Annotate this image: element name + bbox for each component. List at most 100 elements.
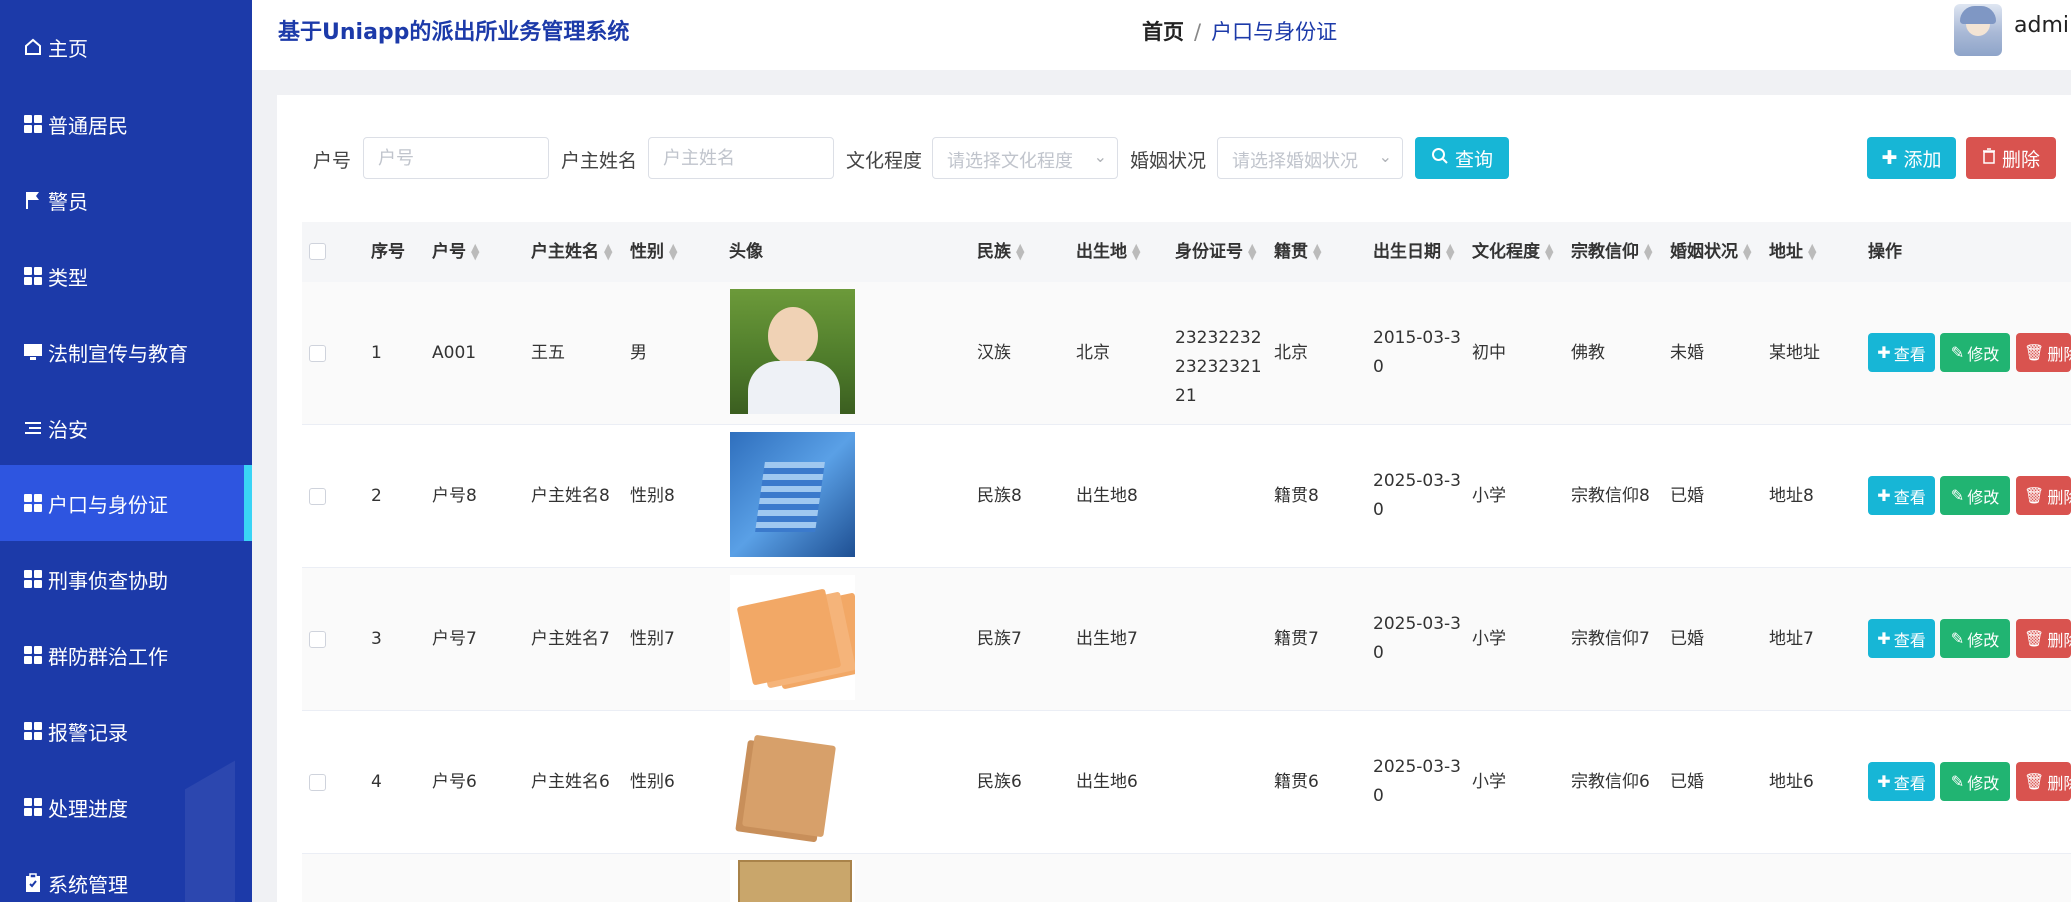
- sidebar-item-label: 警员: [48, 189, 88, 214]
- plus-icon: ✚: [1877, 772, 1891, 791]
- add-button[interactable]: ✚ 添加: [1867, 137, 1956, 179]
- cell-gender: 性别6: [630, 772, 675, 792]
- row-delete-button[interactable]: 🗑删除: [2016, 333, 2071, 372]
- chevron-down-icon: ⌄: [1093, 147, 1107, 166]
- sidebar-item-residents[interactable]: 普通居民: [0, 86, 252, 162]
- sidebar-item-label: 群防群治工作: [48, 644, 168, 669]
- col-gender[interactable]: 性别 ▲ ▼: [630, 222, 677, 282]
- col-religion[interactable]: 宗教信仰 ▲ ▼: [1571, 222, 1652, 282]
- sidebar-item-alarm-records[interactable]: 报警记录: [0, 693, 252, 769]
- table-row: [302, 854, 2071, 902]
- cell-birthplace: 出生地7: [1076, 629, 1138, 649]
- sort-icon: ▲ ▼: [1743, 241, 1752, 262]
- query-button-label: 查询: [1454, 148, 1493, 171]
- delete-button[interactable]: 删除: [1966, 137, 2056, 179]
- view-label: 查看: [1893, 773, 1926, 793]
- view-button[interactable]: ✚ 查看: [1868, 619, 1935, 658]
- row-delete-button[interactable]: 🗑删除: [2016, 762, 2071, 801]
- sidebar-item-types[interactable]: 类型: [0, 238, 252, 314]
- edit-button[interactable]: ✎ 修改: [1940, 333, 2010, 372]
- sidebar-item-label: 治安: [48, 417, 88, 442]
- view-button[interactable]: ✚ 查看: [1868, 762, 1935, 801]
- cell-address: 某地址: [1769, 343, 1820, 363]
- cell-native-place: 籍贯6: [1274, 772, 1319, 792]
- sidebar-item-household-id[interactable]: 户口与身份证: [0, 465, 252, 541]
- sidebar-item-criminal-investigation[interactable]: 刑事侦查协助: [0, 541, 252, 617]
- row-checkbox[interactable]: [309, 631, 326, 648]
- trash-icon: [1982, 147, 1996, 169]
- avatar-photo[interactable]: [730, 289, 855, 414]
- edit-label: 修改: [1967, 773, 2000, 793]
- cell-id-number: 232322322323232121: [1175, 328, 1262, 406]
- sidebar-item-label: 报警记录: [48, 720, 128, 745]
- avatar-photo[interactable]: [730, 432, 855, 557]
- select-all-checkbox[interactable]: [309, 243, 326, 260]
- breadcrumb-home[interactable]: 首页: [1142, 20, 1184, 44]
- edit-button[interactable]: ✎ 修改: [1940, 619, 2010, 658]
- avatar-photo[interactable]: [730, 860, 855, 902]
- cell-hu-hao: 户号7: [432, 629, 477, 649]
- grid-icon: [22, 720, 44, 742]
- col-hu-hao[interactable]: 户号 ▲ ▼: [432, 222, 479, 282]
- avatar[interactable]: [1954, 4, 2002, 56]
- hunyin-select[interactable]: 请选择婚姻状况 ⌄: [1217, 137, 1403, 179]
- edit-icon: ✎: [1950, 486, 1965, 505]
- query-button[interactable]: 查询: [1415, 137, 1509, 179]
- col-marital-label: 婚姻状况: [1670, 242, 1738, 262]
- edit-icon: ✎: [1950, 343, 1965, 362]
- avatar-photo[interactable]: [730, 575, 855, 700]
- sidebar-item-public-security[interactable]: 治安: [0, 390, 252, 466]
- cell-native-place: 籍贯7: [1274, 629, 1319, 649]
- cell-ethnicity: 民族6: [977, 772, 1022, 792]
- row-checkbox[interactable]: [309, 774, 326, 791]
- cell-ethnicity: 民族8: [977, 486, 1022, 506]
- hu-hao-input[interactable]: [363, 137, 549, 179]
- view-button[interactable]: ✚ 查看: [1868, 333, 1935, 372]
- row-delete-button[interactable]: 🗑删除: [2016, 476, 2071, 515]
- sort-icon: ▲ ▼: [1446, 241, 1455, 262]
- monitor-icon: [22, 341, 44, 363]
- row-delete-button[interactable]: 🗑删除: [2016, 619, 2071, 658]
- edit-label: 修改: [1967, 487, 2000, 507]
- col-native-place[interactable]: 籍贯 ▲ ▼: [1274, 222, 1321, 282]
- col-marital[interactable]: 婚姻状况 ▲ ▼: [1670, 222, 1751, 282]
- col-id-number-label: 身份证号: [1175, 242, 1243, 262]
- sidebar-item-progress[interactable]: 处理进度: [0, 769, 252, 845]
- cell-hu-hao: 户号6: [432, 772, 477, 792]
- breadcrumb: 首页 / 户口与身份证: [1142, 16, 1337, 46]
- col-education[interactable]: 文化程度 ▲ ▼: [1472, 222, 1553, 282]
- sidebar-item-legal-education[interactable]: 法制宣传与教育: [0, 314, 252, 390]
- col-birth-date[interactable]: 出生日期 ▲ ▼: [1373, 222, 1454, 282]
- grid-icon: [22, 568, 44, 590]
- cell-education: 初中: [1472, 343, 1506, 363]
- edit-icon: ✎: [1950, 772, 1965, 791]
- wenhua-select[interactable]: 请选择文化程度 ⌄: [932, 137, 1118, 179]
- sidebar-item-police[interactable]: 警员: [0, 162, 252, 238]
- sidebar-item-system-admin[interactable]: 系统管理: [0, 845, 252, 902]
- edit-button[interactable]: ✎ 修改: [1940, 762, 2010, 801]
- trash-icon: 🗑: [2024, 629, 2045, 648]
- delete-label: 删除: [2047, 344, 2071, 364]
- row-checkbox[interactable]: [309, 345, 326, 362]
- col-birth-date-label: 出生日期: [1373, 242, 1441, 262]
- sidebar-item-home[interactable]: 主页: [0, 9, 252, 85]
- flag-icon: [22, 189, 44, 211]
- row-checkbox[interactable]: [309, 488, 326, 505]
- col-address[interactable]: 地址 ▲ ▼: [1769, 222, 1816, 282]
- grid-icon: [22, 796, 44, 818]
- huzhu-input[interactable]: [648, 137, 834, 179]
- view-button[interactable]: ✚ 查看: [1868, 476, 1935, 515]
- sidebar-item-community-defense[interactable]: 群防群治工作: [0, 617, 252, 693]
- sidebar-item-label: 类型: [48, 265, 88, 290]
- col-id-number[interactable]: 身份证号 ▲ ▼: [1175, 222, 1256, 282]
- edit-button[interactable]: ✎ 修改: [1940, 476, 2010, 515]
- grid-icon: [22, 113, 44, 135]
- avatar-photo[interactable]: [730, 718, 855, 843]
- col-huzhu[interactable]: 户主姓名 ▲ ▼: [531, 222, 612, 282]
- cell-address: 地址8: [1769, 486, 1814, 506]
- col-birthplace[interactable]: 出生地 ▲ ▼: [1076, 222, 1140, 282]
- col-native-place-label: 籍贯: [1274, 242, 1308, 262]
- col-ethnicity[interactable]: 民族 ▲ ▼: [977, 222, 1024, 282]
- cell-religion: 宗教信仰7: [1571, 629, 1650, 649]
- username[interactable]: admin: [2014, 13, 2071, 38]
